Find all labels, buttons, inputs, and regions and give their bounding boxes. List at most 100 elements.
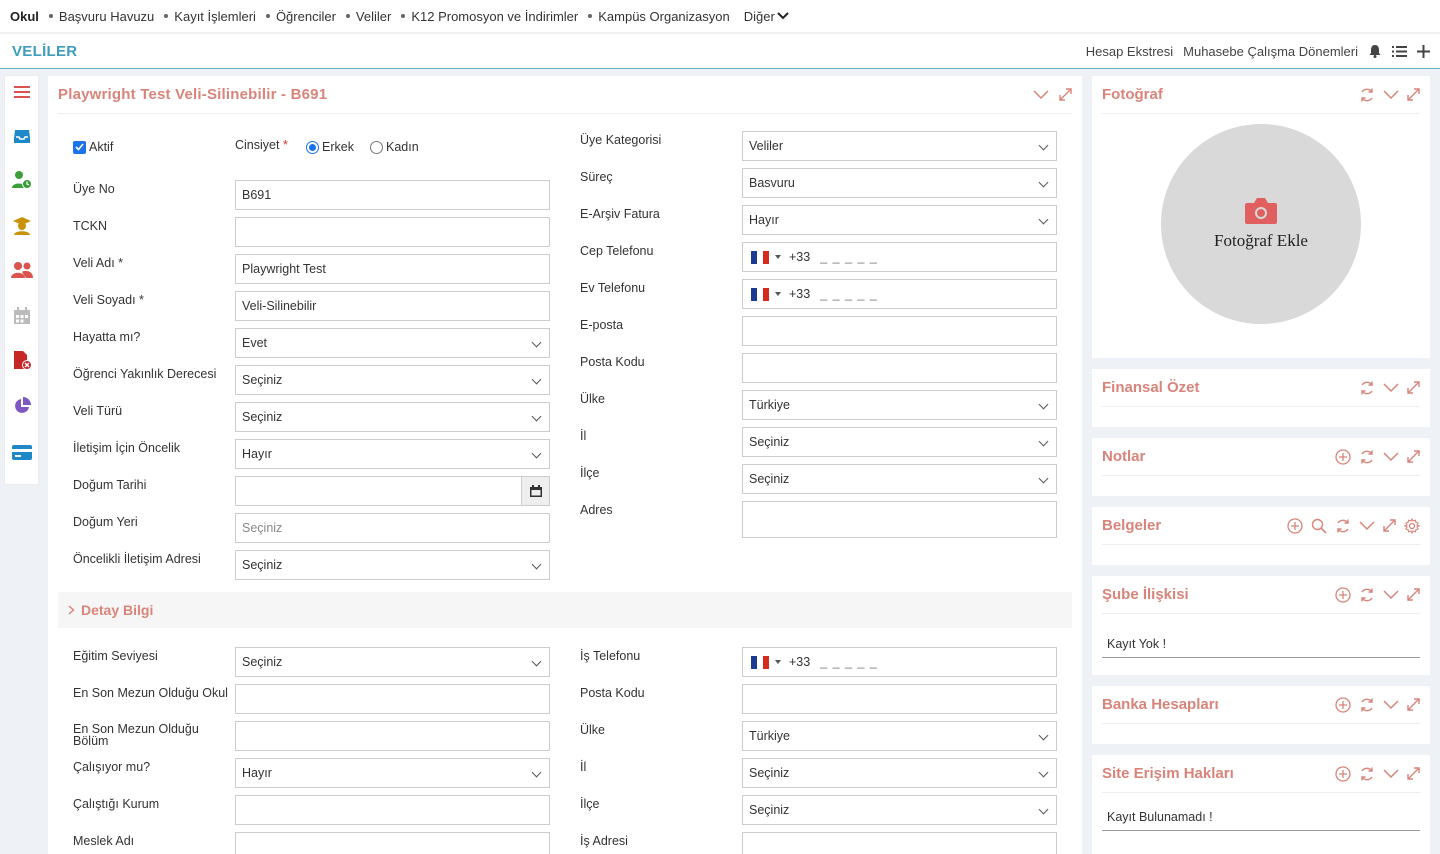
uye-no-input[interactable]: B691 — [235, 180, 550, 210]
finance-card-title: Finansal Özet — [1102, 379, 1200, 396]
calendar-icon[interactable] — [11, 305, 33, 327]
check-icon — [73, 140, 86, 154]
dogum-tarihi-input[interactable] — [235, 476, 550, 506]
users-icon[interactable] — [11, 259, 33, 281]
mezun-bolum-input[interactable] — [235, 721, 550, 751]
expand-icon[interactable] — [1407, 588, 1420, 601]
bell-icon[interactable] — [1368, 44, 1382, 58]
eposta-input[interactable] — [742, 316, 1057, 346]
calistigi-kurum-input[interactable] — [235, 795, 550, 825]
card-icon[interactable] — [11, 441, 33, 463]
veli-soyadi-input[interactable]: Veli-Silinebilir — [235, 291, 550, 321]
nav-kayit-islemleri[interactable]: Kayıt İşlemleri — [164, 9, 256, 24]
nav-more[interactable]: Diğer — [744, 9, 789, 24]
posta-kodu-input[interactable] — [742, 353, 1057, 383]
meslek-adi-input[interactable] — [235, 832, 550, 854]
refresh-icon[interactable] — [1359, 587, 1375, 603]
is-posta-kodu-input[interactable] — [742, 684, 1057, 714]
add-circle-icon[interactable] — [1335, 765, 1351, 782]
surec-select[interactable]: Basvuru — [742, 168, 1057, 198]
tckn-input[interactable] — [235, 217, 550, 247]
egitim-seviyesi-select[interactable]: Seçiniz — [235, 647, 550, 677]
detay-bilgi-section[interactable]: Detay Bilgi — [58, 592, 1072, 628]
nav-ogrenciler[interactable]: Öğrenciler — [265, 9, 336, 24]
gender-erkek-radio[interactable]: Erkek — [306, 140, 354, 154]
collapse-icon[interactable] — [1383, 89, 1399, 100]
refresh-icon[interactable] — [1359, 380, 1375, 396]
dogum-tarihi-label: Doğum Tarihi — [73, 478, 147, 492]
expand-icon[interactable] — [1407, 698, 1420, 711]
pie-chart-icon[interactable] — [11, 395, 33, 417]
file-delete-icon[interactable] — [11, 349, 33, 371]
refresh-icon[interactable] — [1335, 518, 1351, 534]
photo-upload-area[interactable]: Fotoğraf Ekle — [1161, 124, 1361, 324]
calendar-icon[interactable] — [521, 477, 549, 505]
link-hesap-ekstresi[interactable]: Hesap Ekstresi — [1086, 44, 1173, 59]
nav-basvuru-havuzu[interactable]: Başvuru Havuzu — [48, 9, 154, 24]
mezun-okul-input[interactable] — [235, 684, 550, 714]
collapse-icon[interactable] — [1383, 768, 1399, 779]
nav-veliler[interactable]: Veliler — [345, 9, 391, 24]
is-telefonu-label: İş Telefonu — [580, 649, 641, 663]
collapse-icon[interactable] — [1359, 520, 1375, 531]
is-ilce-select[interactable]: Seçiniz — [742, 795, 1057, 825]
uye-kategorisi-select[interactable]: Veliler — [742, 131, 1057, 161]
link-muhasebe-donemleri[interactable]: Muhasebe Çalışma Dönemleri — [1183, 44, 1358, 59]
main-card-header: Playwright Test Veli-Silinebilir - B691 — [58, 76, 1072, 114]
is-adresi-input[interactable] — [742, 832, 1057, 854]
nav-kampus-organizasyon[interactable]: Kampüs Organizasyon — [588, 9, 730, 24]
collapse-icon[interactable] — [1383, 451, 1399, 462]
e-arsiv-select[interactable]: Hayır — [742, 205, 1057, 235]
ev-telefonu-input[interactable]: +33 _ _ _ _ _ — [742, 279, 1057, 309]
list-icon[interactable] — [1392, 45, 1407, 58]
inbox-icon[interactable] — [11, 125, 33, 147]
graduate-icon[interactable] — [11, 215, 33, 237]
veli-adi-input[interactable]: Playwright Test — [235, 254, 550, 284]
user-clock-icon[interactable] — [11, 169, 33, 191]
hayatta-mi-select[interactable]: Evet — [235, 328, 550, 358]
refresh-icon[interactable] — [1359, 697, 1375, 713]
is-ulke-select[interactable]: Türkiye — [742, 721, 1057, 751]
expand-icon[interactable] — [1059, 88, 1072, 101]
oncelikli-adres-select[interactable]: Seçiniz — [235, 550, 550, 580]
france-flag-icon[interactable] — [751, 250, 769, 264]
refresh-icon[interactable] — [1359, 766, 1375, 782]
refresh-icon[interactable] — [1359, 87, 1375, 103]
dogum-yeri-input[interactable]: Seçiniz — [235, 513, 550, 543]
collapse-icon[interactable] — [1383, 382, 1399, 393]
add-circle-icon[interactable] — [1287, 517, 1303, 534]
is-il-select[interactable]: Seçiniz — [742, 758, 1057, 788]
expand-icon[interactable] — [1407, 767, 1420, 780]
expand-icon[interactable] — [1407, 381, 1420, 394]
expand-icon[interactable] — [1407, 450, 1420, 463]
add-circle-icon[interactable] — [1335, 696, 1351, 713]
il-select[interactable]: Seçiniz — [742, 427, 1057, 457]
collapse-icon[interactable] — [1033, 89, 1049, 100]
gender-kadin-radio[interactable]: Kadın — [370, 140, 419, 154]
france-flag-icon[interactable] — [751, 287, 769, 301]
ilce-select[interactable]: Seçiniz — [742, 464, 1057, 494]
brand-okul[interactable]: Okul — [10, 9, 39, 24]
plus-icon[interactable] — [1417, 44, 1430, 58]
adres-textarea[interactable] — [742, 501, 1057, 538]
search-icon[interactable] — [1311, 518, 1327, 534]
veli-turu-select[interactable]: Seçiniz — [235, 402, 550, 432]
expand-icon[interactable] — [1383, 519, 1396, 532]
ulke-select[interactable]: Türkiye — [742, 390, 1057, 420]
yakinlik-select[interactable]: Seçiniz — [235, 365, 550, 395]
gear-icon[interactable] — [1404, 517, 1420, 534]
expand-icon[interactable] — [1407, 88, 1420, 101]
is-telefonu-input[interactable]: +33 _ _ _ _ _ — [742, 647, 1057, 677]
add-circle-icon[interactable] — [1335, 448, 1351, 465]
iletisim-oncelik-select[interactable]: Hayır — [235, 439, 550, 469]
collapse-icon[interactable] — [1383, 589, 1399, 600]
collapse-icon[interactable] — [1383, 699, 1399, 710]
refresh-icon[interactable] — [1359, 449, 1375, 465]
menu-icon[interactable] — [11, 81, 33, 103]
france-flag-icon[interactable] — [751, 655, 769, 669]
aktif-checkbox[interactable]: Aktif — [73, 140, 113, 154]
nav-k12-promosyon[interactable]: K12 Promosyon ve İndirimler — [401, 9, 578, 24]
add-circle-icon[interactable] — [1335, 586, 1351, 603]
cep-telefonu-input[interactable]: +33 _ _ _ _ _ — [742, 242, 1057, 272]
calisiyor-mu-select[interactable]: Hayır — [235, 758, 550, 788]
